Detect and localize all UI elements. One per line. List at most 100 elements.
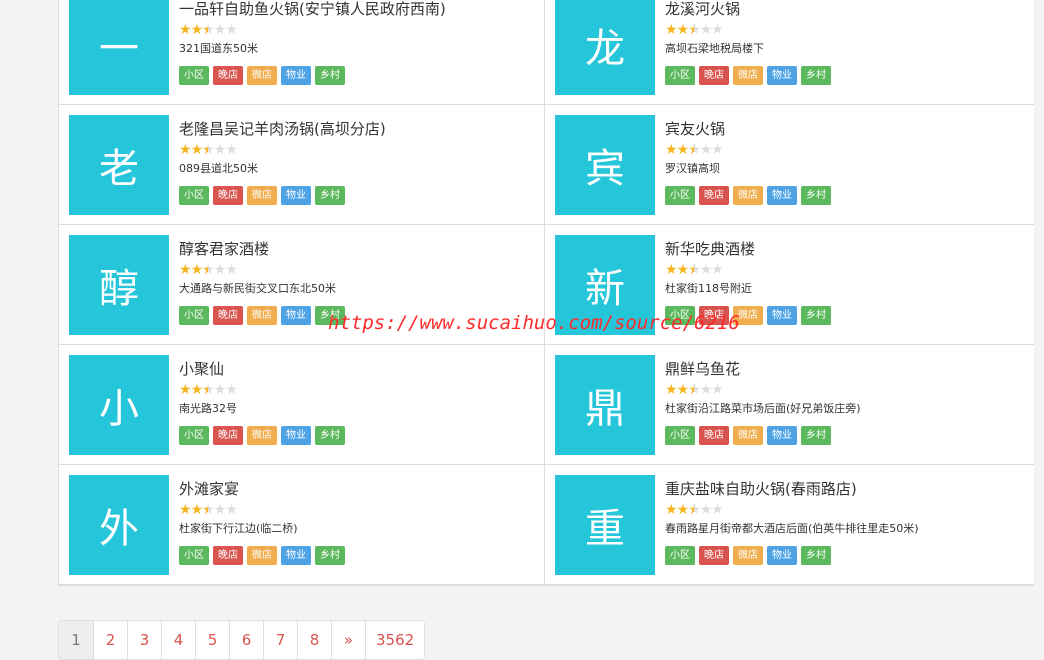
tag-badge[interactable]: 微店	[733, 426, 763, 445]
restaurant-name[interactable]: 一品轩自助鱼火锅(安宁镇人民政府西南)	[179, 0, 536, 20]
restaurant-name[interactable]: 小聚仙	[179, 358, 536, 380]
restaurant-address: 杜家街沿江路菜市场后面(好兄弟饭庄旁)	[665, 402, 861, 415]
page-link[interactable]: 3	[127, 621, 161, 659]
tag-badge[interactable]: 小区	[179, 546, 209, 565]
restaurant-name[interactable]: 醇客君家酒楼	[179, 238, 536, 260]
tag-badge[interactable]: 微店	[733, 546, 763, 565]
page-link[interactable]: 2	[93, 621, 127, 659]
tag-badge[interactable]: 晚店	[213, 546, 243, 565]
restaurant-card[interactable]: 宾宾友火锅 ★★★★★ 罗汉镇高坝 小区 晚店 微店 物业 乡村	[545, 105, 1034, 225]
restaurant-name[interactable]: 龙溪河火锅	[665, 0, 1026, 20]
tag-badge[interactable]: 晚店	[213, 306, 243, 325]
restaurant-card[interactable]: 老老隆昌吴记羊肉汤锅(高坝分店) ★★★★★ 089县道北50米 小区 晚店 微店 物业 乡村	[59, 105, 545, 225]
restaurant-info: 醇客君家酒楼 ★★★★★ 大通路与新民街交叉口东北50米 小区 晚店 微店 物业 乡村	[179, 238, 536, 325]
tag-badge[interactable]: 晚店	[699, 186, 729, 205]
tag-badge[interactable]: 小区	[179, 306, 209, 325]
tag-badge[interactable]: 物业	[281, 186, 311, 205]
tag-badge[interactable]: 小区	[665, 546, 695, 565]
restaurant-avatar[interactable]: 老	[69, 115, 169, 215]
tag-badge[interactable]: 乡村	[315, 426, 345, 445]
restaurant-card[interactable]: 新新华吃典酒楼 ★★★★★ 杜家街118号附近 小区 晚店 微店 物业 乡村	[545, 225, 1034, 345]
tag-badge[interactable]: 晚店	[213, 66, 243, 85]
tag-badge[interactable]: 物业	[281, 546, 311, 565]
page-link[interactable]: 4	[161, 621, 195, 659]
tag-badge[interactable]: 晚店	[699, 66, 729, 85]
restaurant-card[interactable]: 龙龙溪河火锅 ★★★★★ 高坝石梁地税局楼下 小区 晚店 微店 物业 乡村	[545, 0, 1034, 105]
restaurant-avatar[interactable]: 外	[69, 475, 169, 575]
tag-badge[interactable]: 物业	[281, 426, 311, 445]
restaurant-name[interactable]: 老隆昌吴记羊肉汤锅(高坝分店)	[179, 118, 536, 140]
tag-badge[interactable]: 乡村	[315, 186, 345, 205]
restaurant-name[interactable]: 鼎鲜乌鱼花	[665, 358, 1026, 380]
tag-badge[interactable]: 小区	[665, 66, 695, 85]
tag-badge[interactable]: 晚店	[699, 306, 729, 325]
tag-badge[interactable]: 物业	[767, 66, 797, 85]
page-link[interactable]: 7	[263, 621, 297, 659]
tag-badge[interactable]: 微店	[733, 306, 763, 325]
tag-badge[interactable]: 物业	[281, 306, 311, 325]
tag-badge[interactable]: 乡村	[801, 546, 831, 565]
tag-badge[interactable]: 乡村	[315, 306, 345, 325]
star-icon: ★	[225, 142, 238, 158]
tag-badge[interactable]: 微店	[247, 546, 277, 565]
tag-badge[interactable]: 小区	[179, 426, 209, 445]
tag-badge[interactable]: 小区	[665, 426, 695, 445]
restaurant-name[interactable]: 宾友火锅	[665, 118, 1026, 140]
tag-badge[interactable]: 晚店	[213, 426, 243, 445]
restaurant-name[interactable]: 新华吃典酒楼	[665, 238, 1026, 260]
tag-badge[interactable]: 乡村	[315, 546, 345, 565]
tag-badge[interactable]: 乡村	[801, 186, 831, 205]
restaurant-avatar[interactable]: 龙	[555, 0, 655, 95]
tag-badge[interactable]: 晚店	[213, 186, 243, 205]
page-link[interactable]: 6	[229, 621, 263, 659]
restaurant-name[interactable]: 外滩家宴	[179, 478, 536, 500]
restaurant-card[interactable]: 鼎鼎鲜乌鱼花 ★★★★★ 杜家街沿江路菜市场后面(好兄弟饭庄旁) 小区 晚店 微店 物业 乡村	[545, 345, 1034, 465]
page-link[interactable]: 3562	[365, 621, 425, 659]
restaurant-card[interactable]: 外外滩家宴 ★★★★★ 杜家街下行江边(临二桥) 小区 晚店 微店 物业 乡村	[59, 465, 545, 585]
tag-badge[interactable]: 物业	[767, 546, 797, 565]
tag-badge[interactable]: 乡村	[801, 426, 831, 445]
tag-badge[interactable]: 小区	[665, 306, 695, 325]
star-icon: ★	[711, 382, 724, 398]
tag-badge[interactable]: 微店	[733, 186, 763, 205]
restaurant-avatar[interactable]: 一	[69, 0, 169, 95]
star-icon: ★	[213, 262, 227, 278]
restaurant-card[interactable]: 小小聚仙 ★★★★★ 南光路32号 小区 晚店 微店 物业 乡村	[59, 345, 545, 465]
restaurant-card[interactable]: 醇醇客君家酒楼 ★★★★★ 大通路与新民街交叉口东北50米 小区 晚店 微店 物业 乡村	[59, 225, 545, 345]
tag-badge[interactable]: 乡村	[801, 66, 831, 85]
tag-badge[interactable]: 乡村	[801, 306, 831, 325]
star-icon: ★	[225, 262, 238, 278]
tag-badge[interactable]: 微店	[247, 66, 277, 85]
restaurant-card[interactable]: 一一品轩自助鱼火锅(安宁镇人民政府西南) ★★★★★ 321国道东50米 小区 晚店 微店…	[59, 0, 545, 105]
restaurant-address: 大通路与新民街交叉口东北50米	[179, 282, 336, 295]
tag-badge[interactable]: 物业	[767, 426, 797, 445]
star-icon: ★	[699, 22, 713, 38]
restaurant-avatar[interactable]: 宾	[555, 115, 655, 215]
restaurant-avatar[interactable]: 重	[555, 475, 655, 575]
restaurant-avatar[interactable]: 小	[69, 355, 169, 455]
restaurant-name[interactable]: 重庆盐味自助火锅(春雨路店)	[665, 478, 1026, 500]
tag-list: 小区 晚店 微店 物业 乡村	[179, 186, 536, 205]
tag-badge[interactable]: 物业	[767, 186, 797, 205]
tag-badge[interactable]: 晚店	[699, 426, 729, 445]
restaurant-avatar[interactable]: 新	[555, 235, 655, 335]
page-link[interactable]: 1	[59, 621, 93, 659]
tag-badge[interactable]: 晚店	[699, 546, 729, 565]
tag-badge[interactable]: 小区	[665, 186, 695, 205]
tag-badge[interactable]: 小区	[179, 186, 209, 205]
page-link[interactable]: 5	[195, 621, 229, 659]
restaurant-avatar[interactable]: 醇	[69, 235, 169, 335]
page-link[interactable]: 8	[297, 621, 331, 659]
tag-badge[interactable]: 微店	[247, 426, 277, 445]
tag-badge[interactable]: 微店	[247, 306, 277, 325]
star-icon: ★	[179, 262, 192, 278]
restaurant-avatar[interactable]: 鼎	[555, 355, 655, 455]
next-page-button[interactable]: »	[331, 621, 365, 659]
restaurant-card[interactable]: 重重庆盐味自助火锅(春雨路店) ★★★★★ 春雨路星月街帝都大酒店后面(伯英牛排往里…	[545, 465, 1034, 585]
tag-badge[interactable]: 小区	[179, 66, 209, 85]
tag-badge[interactable]: 物业	[767, 306, 797, 325]
tag-badge[interactable]: 微店	[733, 66, 763, 85]
tag-badge[interactable]: 微店	[247, 186, 277, 205]
tag-badge[interactable]: 乡村	[315, 66, 345, 85]
tag-badge[interactable]: 物业	[281, 66, 311, 85]
